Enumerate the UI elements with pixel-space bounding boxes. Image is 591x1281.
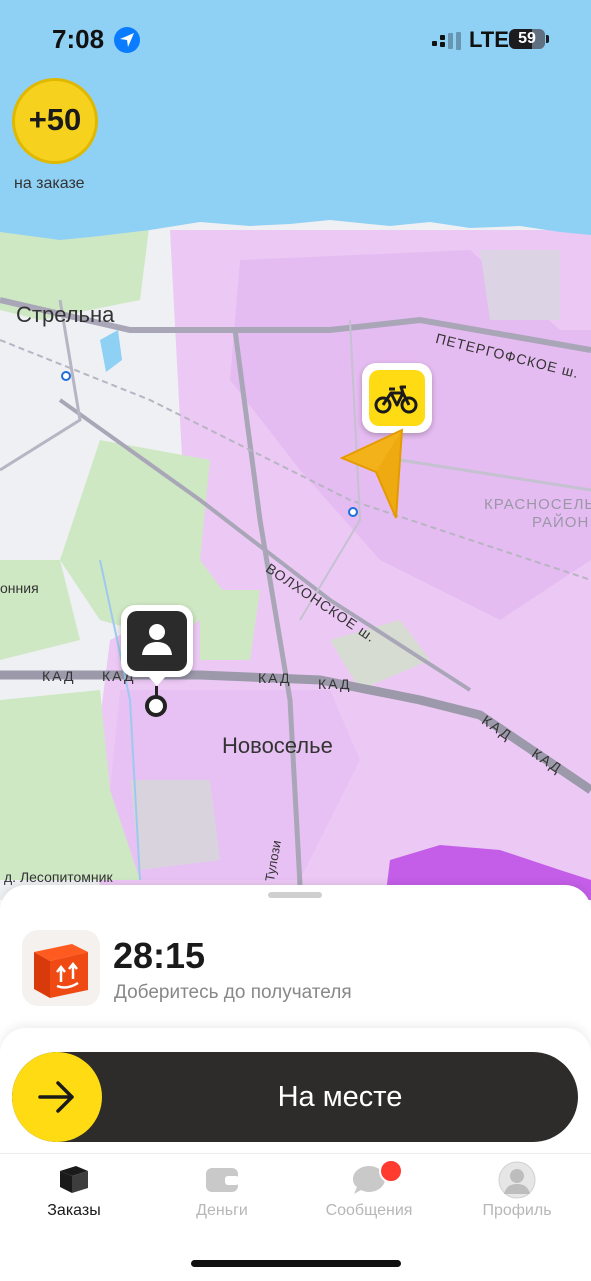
battery-level: 59 bbox=[518, 30, 536, 47]
place-label-strelna: Стрельна bbox=[16, 302, 115, 327]
order-subtitle: Доберитесь до получателя bbox=[114, 982, 352, 1003]
place-label-lesopitomnik: д. Лесопитомник bbox=[4, 869, 113, 885]
place-label-monia: онния bbox=[0, 580, 39, 596]
sheet-drag-handle[interactable] bbox=[268, 892, 322, 898]
parcel-box-icon bbox=[34, 944, 88, 998]
bicycle-icon bbox=[374, 385, 418, 414]
orders-box-icon bbox=[60, 1166, 88, 1193]
battery-indicator: 59 bbox=[509, 29, 545, 49]
location-arrow-icon bbox=[114, 27, 140, 53]
tab-orders-label: Заказы bbox=[47, 1202, 101, 1219]
tab-messages-label: Сообщения bbox=[325, 1202, 413, 1219]
tab-profile-label: Профиль bbox=[482, 1202, 552, 1219]
signal-bars-icon bbox=[432, 32, 461, 50]
home-indicator[interactable] bbox=[191, 1260, 401, 1267]
district-label-2: РАЙОН bbox=[532, 514, 590, 531]
map-view[interactable]: Стрельна Новоселье д. Лесопитомник онния… bbox=[0, 0, 591, 900]
profile-avatar-icon bbox=[498, 1161, 536, 1199]
order-timer: 28:15 bbox=[113, 935, 206, 976]
courier-marker[interactable] bbox=[362, 363, 432, 433]
wallet-icon bbox=[206, 1168, 239, 1192]
bonus-label: на заказе bbox=[14, 175, 85, 192]
battery-nub bbox=[546, 35, 549, 43]
district-label-1: КРАСНОСЕЛЬ bbox=[484, 496, 591, 513]
network-type: LTE bbox=[469, 27, 509, 52]
place-label-novoselye: Новоселье bbox=[222, 733, 333, 758]
road-label-kad-3: КАД bbox=[258, 670, 292, 686]
recipient-marker[interactable] bbox=[121, 605, 193, 677]
recipient-location-dot bbox=[145, 695, 167, 717]
person-icon bbox=[142, 624, 172, 655]
status-bar: 7:08 LTE 59 bbox=[0, 0, 591, 80]
road-label-kad-4: КАД bbox=[318, 676, 352, 692]
unread-badge bbox=[379, 1159, 403, 1183]
bonus-badge[interactable]: +50 bbox=[12, 78, 98, 164]
arrived-slider-knob[interactable] bbox=[12, 1052, 102, 1142]
arrived-slider-label: На месте bbox=[277, 1081, 403, 1113]
tab-money-label: Деньги bbox=[196, 1202, 248, 1219]
status-time: 7:08 bbox=[52, 24, 105, 54]
road-label-kad-1: КАД bbox=[42, 668, 76, 684]
arrow-right-icon bbox=[38, 1081, 74, 1113]
order-icon-container bbox=[22, 930, 100, 1006]
navigation-arrow-icon bbox=[340, 428, 404, 519]
